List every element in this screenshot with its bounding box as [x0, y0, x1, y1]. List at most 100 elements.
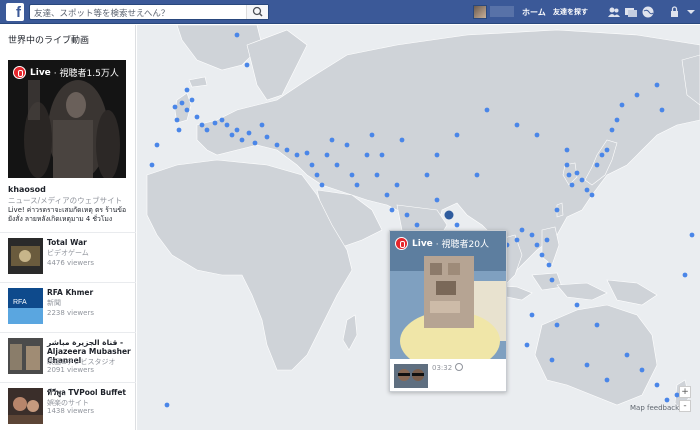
live-stream-dot[interactable]: [514, 237, 520, 243]
live-stream-dot[interactable]: [389, 207, 395, 213]
live-stream-dot[interactable]: [154, 142, 160, 148]
search-input[interactable]: 友達、スポット等を検索せえへん？: [34, 7, 169, 19]
live-stream-dot[interactable]: [624, 352, 630, 358]
live-stream-dot[interactable]: [554, 322, 560, 328]
live-stream-dot[interactable]: [549, 357, 555, 363]
live-stream-dot[interactable]: [639, 367, 645, 373]
live-stream-dot[interactable]: [664, 397, 670, 403]
privacy-shortcuts-icon[interactable]: [668, 5, 682, 19]
live-stream-dot[interactable]: [584, 187, 590, 193]
nav-home-link[interactable]: ホーム: [522, 7, 546, 18]
stream-item[interactable]: Total War ビデオゲーム 4476 viewers: [0, 232, 136, 282]
live-stream-dot[interactable]: [224, 122, 230, 128]
live-stream-dot[interactable]: [259, 122, 265, 128]
live-video-popup[interactable]: Live · 視聴者20人 03:32: [389, 230, 507, 392]
live-stream-dot[interactable]: [329, 137, 335, 143]
stream-item[interactable]: قناة الجزيرة مباشر - Aljazeera Mubasher …: [0, 332, 136, 382]
live-stream-dot[interactable]: [614, 117, 620, 123]
live-stream-dot[interactable]: [544, 237, 550, 243]
friend-requests-icon[interactable]: [607, 5, 621, 19]
live-stream-dot[interactable]: [619, 102, 625, 108]
live-stream-dot[interactable]: [179, 100, 185, 106]
live-stream-dot[interactable]: [539, 252, 545, 258]
stream-item[interactable]: ทีวีพูล TVPool Buffet 娯楽のサイト 1438 viewer…: [0, 382, 136, 430]
search-button[interactable]: [246, 5, 268, 19]
live-stream-dot[interactable]: [584, 362, 590, 368]
live-stream-dot[interactable]: [199, 122, 205, 128]
live-stream-dot[interactable]: [319, 182, 325, 188]
live-stream-dot[interactable]: [219, 117, 225, 123]
live-stream-dot[interactable]: [549, 277, 555, 283]
live-stream-dot[interactable]: [212, 120, 218, 126]
live-stream-dot[interactable]: [172, 104, 178, 110]
live-stream-dot[interactable]: [284, 147, 290, 153]
live-stream-dot[interactable]: [234, 32, 240, 38]
live-stream-dot[interactable]: [484, 107, 490, 113]
stream-name[interactable]: ทีวีพูล TVPool Buffet: [47, 388, 134, 397]
live-stream-dot[interactable]: [574, 170, 580, 176]
live-stream-dot[interactable]: [174, 117, 180, 123]
selected-stream-dot[interactable]: [444, 210, 454, 220]
live-stream-dot[interactable]: [654, 382, 660, 388]
live-stream-dot[interactable]: [399, 137, 405, 143]
live-stream-dot[interactable]: [324, 152, 330, 158]
live-stream-dot[interactable]: [274, 142, 280, 148]
live-stream-dot[interactable]: [546, 262, 552, 268]
live-stream-dot[interactable]: [519, 227, 525, 233]
live-stream-dot[interactable]: [234, 127, 240, 133]
live-stream-dot[interactable]: [252, 140, 258, 146]
live-stream-dot[interactable]: [176, 127, 182, 133]
live-stream-dot[interactable]: [434, 197, 440, 203]
live-stream-dot[interactable]: [534, 242, 540, 248]
live-stream-dot[interactable]: [334, 162, 340, 168]
live-stream-dot[interactable]: [369, 132, 375, 138]
live-stream-dot[interactable]: [689, 232, 695, 238]
live-stream-dot[interactable]: [304, 150, 310, 156]
live-stream-dot[interactable]: [164, 402, 170, 408]
nav-find-friends-link[interactable]: 友達を探す: [553, 7, 588, 17]
live-stream-dot[interactable]: [609, 127, 615, 133]
live-stream-dot[interactable]: [589, 192, 595, 198]
live-stream-dot[interactable]: [566, 172, 572, 178]
live-stream-dot[interactable]: [454, 132, 460, 138]
live-stream-dot[interactable]: [309, 162, 315, 168]
live-stream-dot[interactable]: [569, 182, 575, 188]
live-stream-dot[interactable]: [246, 130, 252, 136]
account-menu-icon[interactable]: [684, 5, 698, 19]
live-stream-dot[interactable]: [414, 222, 420, 228]
live-stream-dot[interactable]: [314, 172, 320, 178]
facebook-logo[interactable]: f: [6, 3, 24, 21]
popup-video-player[interactable]: Live · 視聴者20人: [390, 231, 506, 359]
stream-item[interactable]: RFA RFA Khmer 新聞 2238 viewers: [0, 282, 136, 332]
live-stream-dot[interactable]: [529, 232, 535, 238]
stream-name[interactable]: RFA Khmer: [47, 288, 134, 297]
live-stream-dot[interactable]: [599, 152, 605, 158]
live-stream-dot[interactable]: [264, 134, 270, 140]
stream-name[interactable]: Total War: [47, 238, 134, 247]
live-stream-dot[interactable]: [564, 162, 570, 168]
featured-live-video[interactable]: Live · 視聴者1.5万人: [8, 60, 126, 178]
live-stream-dot[interactable]: [682, 272, 688, 278]
live-stream-dot[interactable]: [374, 172, 380, 178]
user-name-blurred[interactable]: [490, 6, 514, 17]
live-stream-dot[interactable]: [354, 182, 360, 188]
live-stream-dot[interactable]: [184, 107, 190, 113]
live-stream-dot[interactable]: [384, 192, 390, 198]
live-stream-dot[interactable]: [634, 92, 640, 98]
live-stream-dot[interactable]: [379, 152, 385, 158]
user-avatar[interactable]: [473, 5, 487, 19]
search-box[interactable]: 友達、スポット等を検索せえへん？: [29, 4, 269, 20]
live-stream-dot[interactable]: [424, 172, 430, 178]
live-stream-dot[interactable]: [594, 322, 600, 328]
live-stream-dot[interactable]: [554, 207, 560, 213]
live-stream-dot[interactable]: [194, 114, 200, 120]
live-stream-dot[interactable]: [524, 342, 530, 348]
live-stream-dot[interactable]: [659, 107, 665, 113]
map-feedback-link[interactable]: Map feedback: [630, 404, 679, 412]
live-stream-dot[interactable]: [244, 62, 250, 68]
live-stream-dot[interactable]: [344, 142, 350, 148]
zoom-in-button[interactable]: +: [679, 386, 691, 398]
zoom-out-button[interactable]: -: [679, 400, 691, 412]
live-stream-dot[interactable]: [474, 172, 480, 178]
live-stream-dot[interactable]: [564, 147, 570, 153]
